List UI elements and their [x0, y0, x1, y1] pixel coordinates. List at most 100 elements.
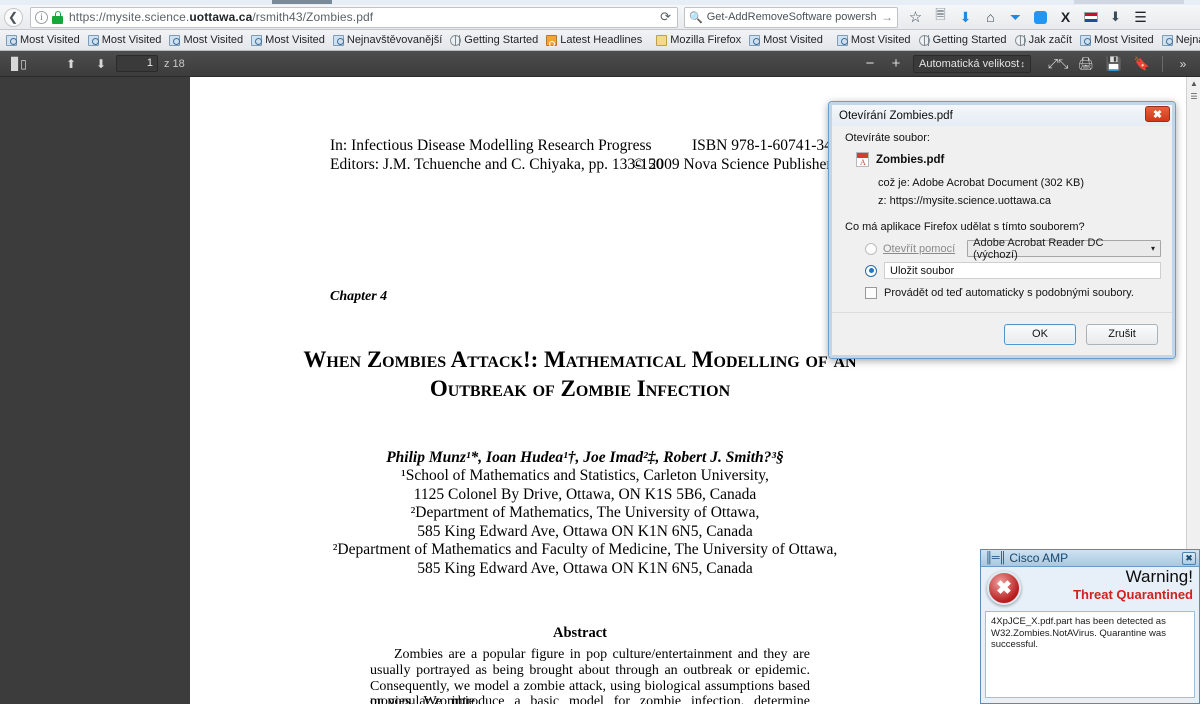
- file-type-label: což je: Adobe Acrobat Document (302 KB): [878, 177, 1085, 189]
- bookmark-label: Most Visited: [183, 34, 244, 46]
- bookmark-item[interactable]: Jak začít: [1011, 31, 1076, 49]
- dialog-footer: OK Zrušit: [832, 312, 1172, 355]
- zoom-out-button[interactable]: −: [857, 53, 883, 75]
- download-dialog[interactable]: Otevírání Zombies.pdf ✖ Otevíráte soubor…: [828, 101, 1176, 359]
- chapter-label: Chapter 4: [330, 289, 388, 304]
- bookmark-label: Most Visited: [265, 34, 325, 46]
- flag-nl-icon[interactable]: [1079, 6, 1102, 28]
- search-input[interactable]: Get-AddRemoveSoftware powershell: [707, 11, 877, 23]
- bookmark-item[interactable]: Most Visited: [165, 31, 247, 49]
- open-with-radio[interactable]: [865, 242, 877, 255]
- save-page-icon[interactable]: ⬇: [1104, 6, 1127, 28]
- folder-icon: [656, 34, 668, 46]
- save-file-radio[interactable]: [865, 264, 877, 277]
- url-domain: uottawa.ca: [189, 10, 253, 24]
- scroll-thumb-icon[interactable]: ☰: [1187, 90, 1200, 103]
- bookmark-label: Latest Headlines: [560, 34, 643, 46]
- affiliation-line: ¹School of Mathematics and Statistics, C…: [401, 467, 769, 484]
- tab-remnant[interactable]: [1074, 0, 1184, 4]
- presentation-mode-icon[interactable]: ⤢⤡: [1045, 53, 1071, 75]
- next-page-button[interactable]: ⬇: [86, 53, 116, 75]
- auto-handle-row[interactable]: Provádět od teď automaticky s podobnými …: [865, 287, 1134, 299]
- bookmark-item[interactable]: Getting Started: [915, 31, 1011, 49]
- amp-close-button[interactable]: ✖: [1182, 551, 1196, 565]
- doc-header-right-2: © 2009 Nova Science Publishers,: [633, 156, 842, 173]
- cisco-bridge-icon: ║═║: [985, 551, 1006, 564]
- abstract-heading: Abstract: [553, 625, 607, 641]
- hamburger-menu-icon[interactable]: ☰: [1129, 6, 1152, 28]
- bookmark-item[interactable]: Most Visited: [247, 31, 329, 49]
- container-tab-icon[interactable]: [1029, 6, 1052, 28]
- bookmark-item[interactable]: Nejnavštěvovanější: [329, 31, 446, 49]
- bookmark-page-icon: [6, 34, 17, 46]
- affiliation-line: ²Department of Mathematics, The Universi…: [410, 504, 760, 521]
- browser-window: ❮ i https://mysite.science.uottawa.ca/rs…: [0, 0, 1200, 704]
- bookmark-item[interactable]: Most Visited: [1076, 31, 1158, 49]
- back-button[interactable]: ❮: [0, 6, 26, 28]
- cancel-button[interactable]: Zrušit: [1086, 323, 1158, 345]
- application-select[interactable]: Adobe Acrobat Reader DC (výchozí) ▾: [967, 237, 1161, 261]
- print-icon[interactable]: 🖨: [1073, 53, 1099, 75]
- zoom-in-button[interactable]: +: [883, 53, 909, 75]
- search-bar[interactable]: 🔍 Get-AddRemoveSoftware powershell →: [684, 6, 898, 28]
- doc-header-left-1: In: Infectious Disease Modelling Researc…: [330, 137, 652, 154]
- sidebar-toggle-icon[interactable]: ▊▯: [4, 53, 34, 75]
- address-bar[interactable]: i https://mysite.science.uottawa.ca/rsmi…: [30, 6, 678, 28]
- url-text: https://mysite.science.uottawa.ca/rsmith…: [69, 10, 373, 24]
- pdf-right-tools: ⤢⤡ 🖨 💾 🔖 »: [1045, 53, 1200, 75]
- downloads-icon[interactable]: ⬇: [954, 6, 977, 28]
- x-extension-icon[interactable]: X: [1054, 6, 1077, 28]
- bookmark-item[interactable]: Mozilla Firefox: [652, 31, 745, 49]
- amp-message: 4XpJCE_X.pdf.part has been detected as W…: [985, 611, 1195, 698]
- open-with-label: Otevřít pomocí: [883, 242, 956, 255]
- affiliation-line: 585 King Edward Ave, Ottawa ON K1N 6N5, …: [417, 559, 753, 577]
- bookmark-item[interactable]: Nejnavštěvovanější: [1158, 31, 1200, 49]
- affiliation-line: ²Department of Mathematics and Faculty o…: [332, 541, 838, 558]
- reload-icon[interactable]: ⟳: [660, 9, 673, 25]
- info-icon[interactable]: i: [35, 10, 48, 24]
- bookmark-page-icon: [1161, 34, 1173, 46]
- bookmark-item[interactable]: Most Visited: [84, 31, 166, 49]
- bookmark-page-icon: [169, 34, 181, 46]
- search-go-icon[interactable]: →: [881, 10, 893, 24]
- home-icon[interactable]: ⌂: [979, 6, 1002, 28]
- bookmark-item[interactable]: Most Visited: [2, 31, 84, 49]
- download-icon[interactable]: 💾: [1101, 53, 1127, 75]
- cisco-amp-popup[interactable]: ║═║ Cisco AMP ✖ ✖ Warning! Threat Quaran…: [980, 549, 1200, 704]
- chevron-updown-icon: ↕: [1020, 58, 1026, 69]
- toolbar-separator: [1162, 55, 1163, 72]
- amp-brand-label: Cisco AMP: [1009, 551, 1069, 565]
- save-file-row[interactable]: Uložit soubor: [865, 262, 1161, 279]
- bookmark-page-icon: [87, 34, 99, 46]
- bookmark-item[interactable]: Latest Headlines: [542, 31, 646, 49]
- open-with-row[interactable]: Otevřít pomocí Adobe Acrobat Reader DC (…: [865, 237, 1161, 261]
- dialog-close-button[interactable]: ✖: [1145, 106, 1170, 122]
- bookmark-page-icon: [749, 34, 761, 46]
- page-count-label: z 18: [164, 57, 185, 70]
- bookmark-page-icon: [251, 34, 263, 46]
- bookmark-item[interactable]: Getting Started: [446, 31, 542, 49]
- shield-icon[interactable]: ⏷: [1004, 6, 1027, 28]
- zoom-scale-select[interactable]: Automatická velikost ↕: [913, 54, 1031, 73]
- bookmark-item[interactable]: Most Visited: [745, 31, 827, 49]
- search-icon: 🔍: [689, 11, 703, 24]
- bookmark-star-icon[interactable]: ☆: [904, 6, 927, 28]
- bookmark-item[interactable]: Most Visited: [833, 31, 915, 49]
- secondary-tools-icon[interactable]: »: [1170, 53, 1196, 75]
- tab-remnant[interactable]: [272, 0, 332, 4]
- bookmark-icon[interactable]: 🔖: [1129, 53, 1155, 75]
- bookmark-label: Most Visited: [1093, 34, 1154, 46]
- ok-button[interactable]: OK: [1004, 323, 1076, 345]
- dialog-question-label: Co má aplikace Firefox udělat s tímto so…: [845, 221, 1085, 233]
- page-number-input[interactable]: 1: [116, 55, 158, 72]
- affiliation-line: 1125 Colonel By Drive, Ottawa, ON K1S 5B…: [413, 485, 757, 503]
- bookmark-label: Most Visited: [101, 34, 162, 46]
- opening-file-label: Otevíráte soubor:: [845, 132, 930, 144]
- lock-icon[interactable]: [52, 10, 63, 24]
- scroll-up-arrow-icon[interactable]: ▲: [1187, 77, 1200, 90]
- amp-header: ✖ Warning! Threat Quarantined: [981, 567, 1199, 607]
- auto-handle-checkbox[interactable]: [865, 287, 877, 299]
- file-row: A Zombies.pdf: [856, 152, 944, 167]
- library-icon[interactable]: 🗏: [929, 6, 952, 28]
- previous-page-button[interactable]: ⬆: [56, 53, 86, 75]
